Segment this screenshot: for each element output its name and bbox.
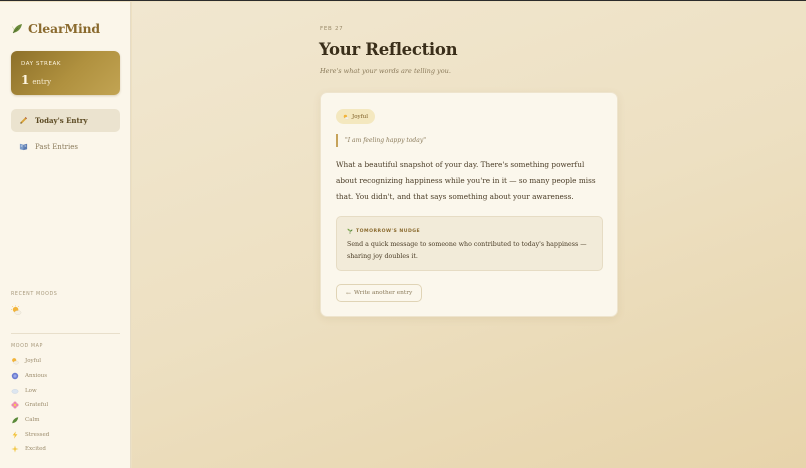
- nav-todays-entry[interactable]: Today's Entry: [11, 109, 120, 132]
- mood-item-grateful[interactable]: Grateful: [11, 398, 49, 413]
- write-another-entry-button[interactable]: ← Write another entry: [336, 284, 423, 302]
- sprout-icon: [347, 228, 353, 234]
- mood-item-stressed[interactable]: Stressed: [11, 427, 49, 442]
- main-content: FEB 27 Your Reflection Here's what your …: [132, 2, 806, 468]
- mood-chip: Joyful: [336, 109, 375, 124]
- nudge-header: TOMORROW'S NUDGE: [347, 228, 420, 234]
- reflection-card: Joyful "I am feeling happy today" What a…: [320, 92, 618, 317]
- sidebar: ClearMind DAY STREAK 1 entry Today's Ent…: [0, 2, 131, 468]
- nav-past-entries[interactable]: Past Entries: [11, 135, 120, 158]
- page-subtitle: Here's what your words are telling you.: [320, 67, 451, 75]
- pencil-icon: [20, 116, 28, 124]
- sun-cloud-icon: [12, 358, 19, 365]
- cloud-icon: [11, 388, 19, 394]
- sun-cloud-icon: [343, 114, 349, 120]
- mood-label: Calm: [25, 417, 40, 424]
- mood-label: Joyful: [25, 358, 41, 365]
- nudge-box: TOMORROW'S NUDGE Send a quick message to…: [336, 216, 603, 271]
- mood-item-low[interactable]: Low: [11, 383, 49, 398]
- streak-unit: entry: [32, 78, 52, 86]
- lightning-icon: [12, 431, 18, 439]
- nav-label: Past Entries: [35, 142, 78, 151]
- nudge-text: Send a quick message to someone who cont…: [347, 241, 587, 260]
- recent-moods-label: RECENT MOODS: [11, 292, 58, 297]
- mood-item-joyful[interactable]: Joyful: [11, 354, 49, 369]
- mood-map-label: MOOD MAP: [11, 344, 44, 349]
- page-title: Your Reflection: [319, 40, 458, 59]
- mood-label: Low: [25, 387, 37, 394]
- streak-card: DAY STREAK 1 entry: [11, 51, 120, 95]
- joyful-icon[interactable]: [11, 305, 22, 316]
- sparkle-icon: [11, 445, 19, 454]
- anxious-icon: [11, 372, 19, 380]
- entry-date: FEB 27: [320, 26, 344, 32]
- entry-quote: "I am feeling happy today": [336, 134, 426, 147]
- mood-item-anxious[interactable]: Anxious: [11, 369, 49, 384]
- flower-icon: [11, 401, 19, 409]
- streak-label: DAY STREAK: [21, 61, 62, 67]
- streak-value: 1 entry: [21, 73, 51, 87]
- leaf-icon: [12, 417, 19, 424]
- nudge-title: TOMORROW'S NUDGE: [356, 228, 421, 234]
- mood-item-excited[interactable]: Excited: [11, 442, 49, 457]
- brand[interactable]: ClearMind: [11, 19, 100, 37]
- streak-count: 1: [21, 73, 30, 87]
- leaf-icon: [12, 24, 22, 34]
- mood-item-calm[interactable]: Calm: [11, 413, 49, 428]
- app-name: ClearMind: [28, 20, 100, 36]
- mood-chip-label: Joyful: [352, 113, 368, 120]
- sidebar-divider: [11, 333, 120, 334]
- nav-label: Today's Entry: [35, 116, 88, 125]
- mood-label: Anxious: [25, 373, 48, 380]
- book-icon: [19, 143, 28, 151]
- mood-label: Grateful: [25, 402, 49, 409]
- arrow-left-icon: ←: [346, 289, 352, 297]
- reflection-text: What a beautiful snapshot of your day. T…: [336, 160, 596, 201]
- write-button-label: Write another entry: [354, 290, 413, 296]
- mood-map-list: Joyful Anxious Low Grateful Calm Stresse…: [11, 354, 49, 457]
- mood-label: Excited: [25, 446, 46, 453]
- mood-label: Stressed: [25, 431, 50, 438]
